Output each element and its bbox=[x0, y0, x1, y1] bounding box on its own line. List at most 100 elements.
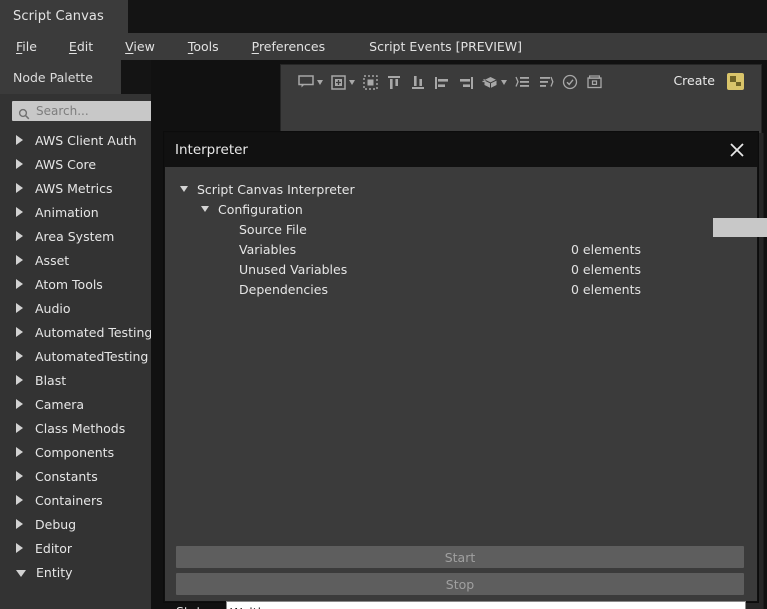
palette-category-row[interactable]: Entity bbox=[0, 560, 151, 584]
window-tab-script-canvas[interactable]: Script Canvas bbox=[0, 0, 128, 33]
tree-row-configuration[interactable]: Configuration bbox=[165, 199, 757, 219]
palette-category-row[interactable]: AutomatedTesting bbox=[0, 344, 151, 368]
property-row-dependencies: Dependencies 0 elements bbox=[165, 279, 757, 299]
archive-box-icon[interactable] bbox=[585, 73, 603, 91]
chevron-down-icon[interactable] bbox=[201, 206, 209, 212]
palette-category-row[interactable]: Editor bbox=[0, 536, 151, 560]
palette-category-label: Audio bbox=[35, 301, 71, 316]
chevron-right-icon[interactable] bbox=[16, 255, 23, 265]
palette-category-row[interactable]: Atom Tools bbox=[0, 272, 151, 296]
palette-category-label: Camera bbox=[35, 397, 84, 412]
palette-category-row[interactable]: Containers bbox=[0, 488, 151, 512]
palette-category-label: Atom Tools bbox=[35, 277, 103, 292]
chevron-right-icon[interactable] bbox=[16, 399, 23, 409]
stop-button[interactable]: Stop bbox=[176, 573, 744, 595]
interpreter-dialog-titlebar: Interpreter bbox=[165, 133, 757, 167]
palette-category-label: Entity bbox=[36, 565, 73, 580]
chevron-down-icon[interactable] bbox=[16, 570, 26, 577]
list-indent-icon[interactable] bbox=[513, 73, 531, 91]
chevron-right-icon[interactable] bbox=[16, 375, 23, 385]
status-label: Status: bbox=[176, 604, 220, 609]
chevron-right-icon[interactable] bbox=[16, 351, 23, 361]
menu-tools[interactable]: Tools bbox=[188, 33, 219, 60]
align-right-icon[interactable] bbox=[457, 73, 475, 91]
comment-icon[interactable] bbox=[297, 73, 315, 91]
palette-category-row[interactable]: Camera bbox=[0, 392, 151, 416]
palette-category-row[interactable]: AWS Core bbox=[0, 152, 151, 176]
source-file-field[interactable] bbox=[713, 218, 767, 237]
add-node-group-icon[interactable] bbox=[329, 73, 347, 91]
close-icon[interactable] bbox=[727, 140, 747, 160]
cube-icon[interactable] bbox=[481, 73, 499, 91]
palette-category-row[interactable]: AWS Metrics bbox=[0, 176, 151, 200]
palette-category-label: Containers bbox=[35, 493, 103, 508]
chevron-right-icon[interactable] bbox=[16, 135, 23, 145]
chevron-right-icon[interactable] bbox=[16, 231, 23, 241]
palette-category-row[interactable]: Automated Testing bbox=[0, 320, 151, 344]
interpreter-dialog: Interpreter Script Canvas Interpreter Co… bbox=[164, 132, 758, 602]
status-field[interactable] bbox=[226, 601, 746, 609]
node-palette-panel: Node Palette + AWS Client AuthAWS Cor bbox=[0, 60, 151, 609]
palette-category-label: Asset bbox=[35, 253, 69, 268]
chevron-right-icon[interactable] bbox=[16, 303, 23, 313]
tab-node-palette[interactable]: Node Palette bbox=[0, 60, 121, 94]
align-left-icon[interactable] bbox=[433, 73, 451, 91]
chevron-right-icon[interactable] bbox=[16, 207, 23, 217]
chevron-right-icon[interactable] bbox=[16, 423, 23, 433]
palette-category-label: Blast bbox=[35, 373, 66, 388]
palette-category-row[interactable]: Components bbox=[0, 440, 151, 464]
palette-category-row[interactable]: Animation bbox=[0, 200, 151, 224]
menu-edit[interactable]: Edit bbox=[69, 33, 93, 60]
tree-row-label: Script Canvas Interpreter bbox=[197, 182, 355, 197]
palette-category-label: Debug bbox=[35, 517, 76, 532]
source-file-input[interactable] bbox=[713, 220, 767, 239]
status-input[interactable] bbox=[227, 603, 745, 609]
menu-file[interactable]: File bbox=[16, 33, 37, 60]
palette-category-row[interactable]: Audio bbox=[0, 296, 151, 320]
palette-category-row[interactable]: Area System bbox=[0, 224, 151, 248]
menu-preferences[interactable]: Preferences bbox=[252, 33, 326, 60]
list-outdent-icon[interactable] bbox=[537, 73, 555, 91]
tree-row-script-canvas-interpreter[interactable]: Script Canvas Interpreter bbox=[165, 179, 757, 199]
chevron-right-icon[interactable] bbox=[16, 447, 23, 457]
property-value[interactable]: 0 elements bbox=[571, 242, 641, 257]
chevron-right-icon[interactable] bbox=[16, 519, 23, 529]
chevron-down-icon[interactable] bbox=[349, 80, 355, 85]
align-top-icon[interactable] bbox=[385, 73, 403, 91]
palette-category-label: AWS Core bbox=[35, 157, 96, 172]
property-label: Unused Variables bbox=[239, 262, 347, 277]
palette-category-row[interactable]: Constants bbox=[0, 464, 151, 488]
chevron-right-icon[interactable] bbox=[16, 471, 23, 481]
palette-category-label: Class Methods bbox=[35, 421, 125, 436]
chevron-down-icon[interactable] bbox=[501, 80, 507, 85]
property-label: Dependencies bbox=[239, 282, 328, 297]
create-label[interactable]: Create bbox=[673, 73, 715, 88]
palette-category-row[interactable]: Debug bbox=[0, 512, 151, 536]
property-label: Variables bbox=[239, 242, 296, 257]
chevron-right-icon[interactable] bbox=[16, 327, 23, 337]
chevron-down-icon[interactable] bbox=[317, 80, 323, 85]
palette-category-row[interactable]: Class Methods bbox=[0, 416, 151, 440]
script-canvas-asset-icon[interactable] bbox=[727, 73, 744, 90]
node-palette-tree[interactable]: AWS Client Auth AWS Core AWS MetricsAnimat… bbox=[0, 128, 151, 609]
chevron-right-icon[interactable] bbox=[16, 159, 23, 169]
menu-view[interactable]: View bbox=[125, 33, 155, 60]
validate-check-icon[interactable] bbox=[561, 73, 579, 91]
chevron-right-icon[interactable] bbox=[16, 543, 23, 553]
palette-category-row[interactable]: AWS Client Auth bbox=[0, 128, 151, 152]
menu-script-events[interactable]: Script Events [PREVIEW] bbox=[369, 33, 522, 60]
chevron-down-icon[interactable] bbox=[180, 186, 188, 192]
selection-marquee-icon[interactable] bbox=[361, 73, 379, 91]
chevron-right-icon[interactable] bbox=[16, 495, 23, 505]
property-value[interactable]: 0 elements bbox=[571, 282, 641, 297]
align-bottom-icon[interactable] bbox=[409, 73, 427, 91]
palette-category-row[interactable]: Asset bbox=[0, 248, 151, 272]
palette-category-label: Constants bbox=[35, 469, 98, 484]
chevron-right-icon[interactable] bbox=[16, 279, 23, 289]
chevron-right-icon[interactable] bbox=[16, 183, 23, 193]
search-icon bbox=[18, 105, 30, 117]
property-value[interactable]: 0 elements bbox=[571, 262, 641, 277]
start-button[interactable]: Start bbox=[176, 546, 744, 568]
palette-category-row[interactable]: Blast bbox=[0, 368, 151, 392]
status-row: Status: bbox=[165, 601, 757, 609]
